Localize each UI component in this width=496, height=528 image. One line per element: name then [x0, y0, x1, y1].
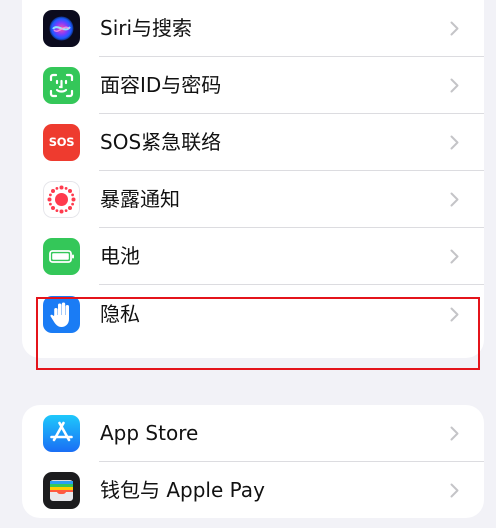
- sos-icon: SOS: [43, 124, 80, 161]
- settings-row-wallet[interactable]: 钱包与 Apple Pay: [22, 462, 484, 518]
- battery-icon: [43, 238, 80, 275]
- face-id-icon: [43, 67, 80, 104]
- chevron-right-icon: [450, 21, 459, 36]
- chevron-right-icon: [450, 426, 459, 441]
- settings-row-label: 暴露通知: [100, 187, 180, 211]
- app-store-icon: [43, 415, 80, 452]
- settings-row-face-id[interactable]: 面容ID与密码: [22, 57, 484, 114]
- chevron-right-icon: [450, 135, 459, 150]
- chevron-right-icon: [450, 307, 459, 322]
- settings-row-battery[interactable]: 电池: [22, 228, 484, 285]
- settings-row-label: 面容ID与密码: [100, 73, 222, 97]
- chevron-right-icon: [450, 249, 459, 264]
- sos-icon-text: SOS: [48, 135, 75, 149]
- settings-row-label: 电池: [100, 244, 140, 268]
- settings-row-label: 隐私: [100, 302, 140, 326]
- settings-row-privacy[interactable]: 隐私: [22, 285, 484, 343]
- settings-row-label: SOS紧急联络: [100, 130, 222, 154]
- settings-row-label: 钱包与 Apple Pay: [100, 478, 265, 502]
- settings-row-sos[interactable]: SOS SOS紧急联络: [22, 114, 484, 171]
- settings-row-exposure-notifications[interactable]: 暴露通知: [22, 171, 484, 228]
- chevron-right-icon: [450, 192, 459, 207]
- wallet-icon: [43, 472, 80, 509]
- chevron-right-icon: [450, 78, 459, 93]
- siri-icon: [43, 10, 80, 47]
- exposure-notification-icon: [43, 181, 80, 218]
- settings-row-siri[interactable]: Siri与搜索: [22, 0, 484, 57]
- settings-group-store: App Store 钱包与 Apple Pay: [22, 405, 484, 518]
- privacy-hand-icon: [43, 296, 80, 333]
- settings-group-system: Siri与搜索 面容ID与密码 SOS SOS紧急联络 暴露通知 电池 隐私: [22, 0, 484, 358]
- settings-row-app-store[interactable]: App Store: [22, 405, 484, 462]
- settings-row-label: App Store: [100, 421, 199, 445]
- chevron-right-icon: [450, 483, 459, 498]
- settings-row-label: Siri与搜索: [100, 16, 193, 40]
